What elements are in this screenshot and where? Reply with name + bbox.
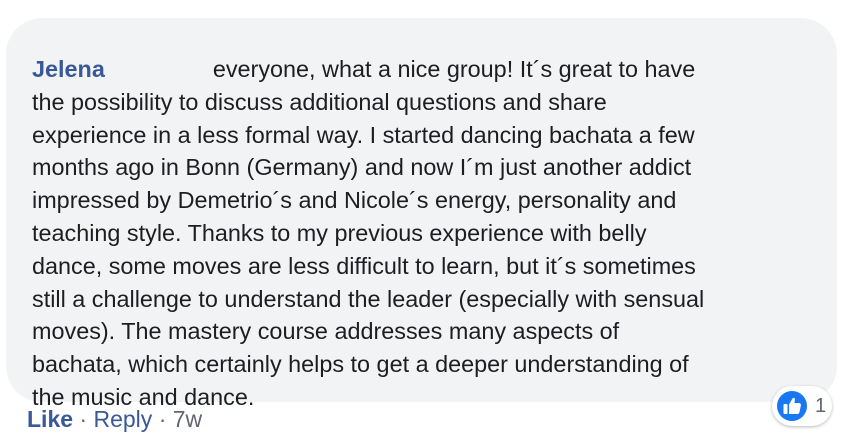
comment-timestamp[interactable]: 7w [173, 406, 202, 432]
comment-line: teaching style. Thanks to my previous ex… [32, 219, 647, 246]
comment-author-name[interactable]: Jelena [32, 56, 105, 82]
comment-line: experience in a less formal way. I start… [32, 121, 695, 148]
comment-line: still a challenge to understand the lead… [32, 285, 705, 312]
like-icon [777, 391, 807, 421]
comment-line: Jelena everyone, what a nice group! It´s … [32, 53, 832, 86]
comment-line: the possibility to discuss additional qu… [32, 88, 607, 115]
comment-bubble: Jelena everyone, what a nice group! It´s … [6, 18, 837, 410]
comment-line: moves). The mastery course addresses man… [32, 318, 620, 345]
comment-line: bachata, which certainly helps to get a … [32, 351, 689, 378]
reaction-count: 1 [815, 394, 827, 417]
comment-body: Jelena everyone, what a nice group! It´s … [32, 53, 832, 414]
like-link[interactable]: Like [27, 406, 73, 432]
reaction-summary[interactable]: 1 [772, 386, 832, 426]
comment-line: dance, some moves are less difficult to … [32, 252, 696, 279]
comment-line: months ago in Bonn (Germany) and now I´m… [32, 154, 692, 181]
action-separator: · [158, 406, 167, 432]
comment-line-text: everyone, what a nice group! It´s great … [212, 56, 696, 82]
comment-line: impressed by Demetrio´s and Nicole´s ene… [32, 187, 677, 214]
comment-actions: Like · Reply · 7w [27, 404, 202, 434]
action-separator: · [79, 406, 88, 432]
reply-link[interactable]: Reply [93, 406, 152, 432]
